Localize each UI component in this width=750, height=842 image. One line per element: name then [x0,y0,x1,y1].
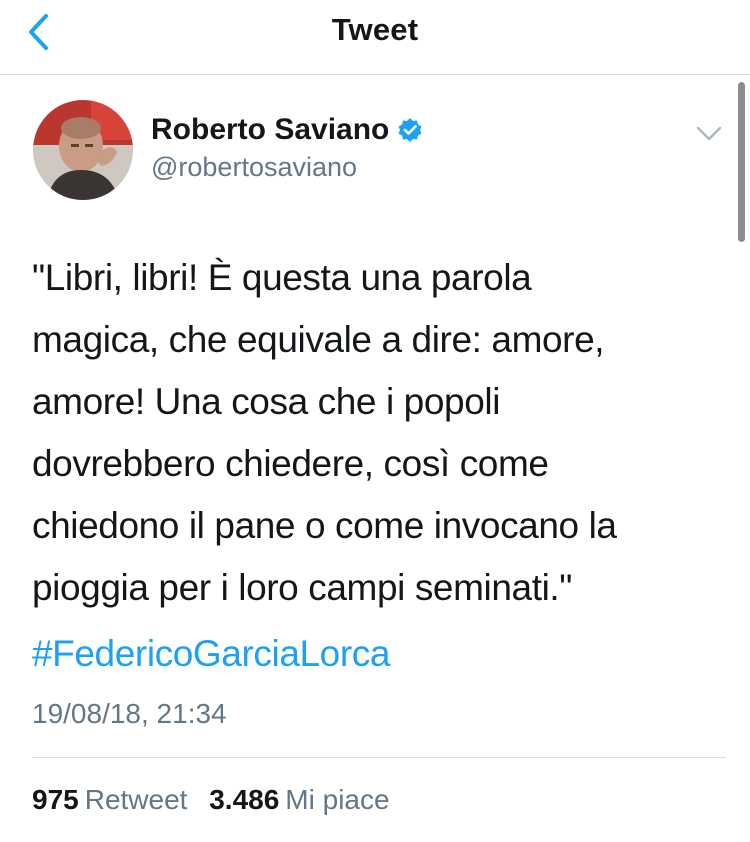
like-stat[interactable]: 3.486 Mi piace [209,784,403,815]
scrollbar[interactable] [738,82,745,242]
avatar[interactable] [33,100,133,200]
like-count: 3.486 [209,784,280,815]
hashtag-link[interactable]: #FedericoGarciaLorca [32,623,390,685]
page-title: Tweet [331,12,419,47]
author-name-row[interactable]: Roberto Saviano [151,113,423,147]
more-options-button[interactable] [692,120,726,148]
verified-badge-icon [398,118,422,142]
author-handle[interactable]: @robertosaviano [151,152,357,183]
like-label: Mi piace [285,784,390,815]
retweet-label: Retweet [84,784,188,815]
retweet-stat[interactable]: 975 Retweet [32,784,209,815]
tweet-stats: 975 Retweet 3.486 Mi piace [32,784,404,816]
chevron-down-icon [696,126,722,141]
avatar-photo [33,100,133,200]
tweet-text: "Libri, libri! È questa una parola magic… [32,257,617,608]
author-name[interactable]: Roberto Saviano [151,113,389,147]
divider [32,757,726,758]
retweet-count: 975 [32,784,79,815]
top-nav-bar: Tweet [0,0,750,75]
tweet-timestamp: 19/08/18, 21:34 [32,698,227,729]
tweet-detail-screen: Tweet Roberto Saviano @robertosaviano "L… [0,0,750,842]
